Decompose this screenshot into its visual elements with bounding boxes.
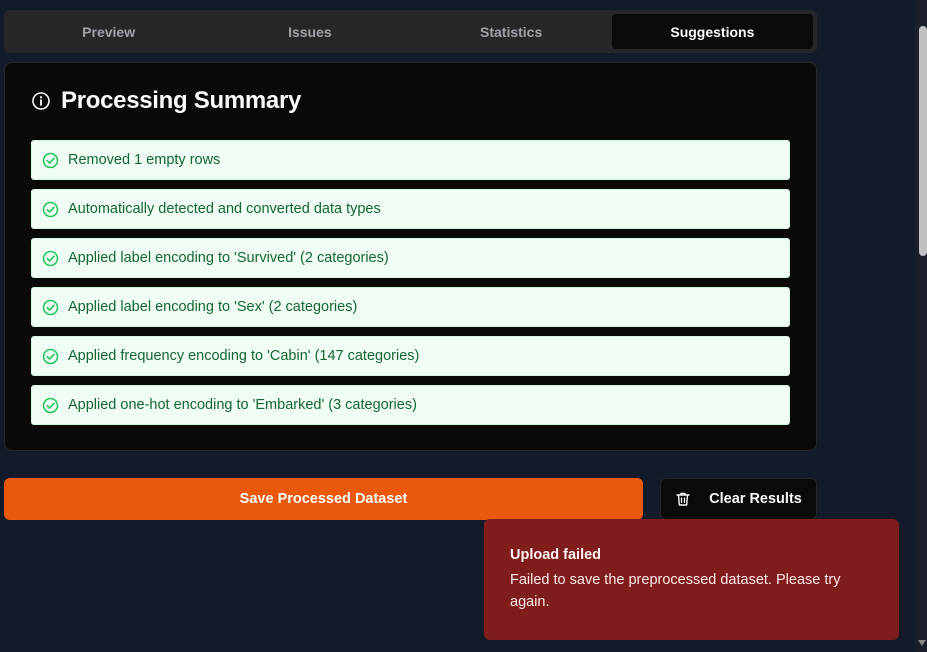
clear-results-label: Clear Results: [709, 491, 802, 507]
check-circle-icon: [42, 299, 59, 316]
card-header: Processing Summary: [31, 87, 301, 115]
tab-suggestions[interactable]: Suggestions: [611, 14, 813, 49]
list-item: Applied label encoding to 'Survived' (2 …: [31, 238, 790, 278]
scrollbar-thumb[interactable]: [919, 26, 927, 256]
card-title: Processing Summary: [61, 87, 302, 114]
clear-results-button[interactable]: Clear Results: [660, 478, 817, 520]
tab-preview[interactable]: Preview: [8, 14, 209, 49]
list-item-text: Applied label encoding to 'Sex' (2 categ…: [68, 299, 358, 315]
check-circle-icon: [42, 201, 59, 218]
toast-title: Upload failed: [510, 547, 602, 563]
list-item: Applied frequency encoding to 'Cabin' (1…: [31, 336, 790, 376]
check-circle-icon: [42, 348, 59, 365]
list-item: Applied one-hot encoding to 'Embarked' (…: [31, 385, 790, 425]
tab-statistics[interactable]: Statistics: [411, 14, 612, 49]
check-circle-icon: [42, 152, 59, 169]
app-root: Preview Issues Statistics Suggestions Pr…: [0, 0, 927, 652]
list-item: Applied label encoding to 'Sex' (2 categ…: [31, 287, 790, 327]
summary-list: Removed 1 empty rows Automatically detec…: [31, 140, 790, 434]
info-icon: [31, 91, 51, 111]
list-item-text: Automatically detected and converted dat…: [68, 201, 381, 217]
list-item: Removed 1 empty rows: [31, 140, 790, 180]
scroll-down-arrow-icon[interactable]: [918, 640, 926, 646]
toast-message: Failed to save the preprocessed dataset.…: [510, 572, 841, 610]
check-circle-icon: [42, 250, 59, 267]
check-circle-icon: [42, 397, 59, 414]
tab-list: Preview Issues Statistics Suggestions: [4, 10, 817, 53]
list-item-text: Removed 1 empty rows: [68, 152, 221, 168]
processing-summary-card: Processing Summary Removed 1 empty rows …: [4, 62, 817, 451]
error-toast: Upload failed Failed to save the preproc…: [484, 519, 899, 640]
trash-icon: [675, 491, 691, 507]
save-processed-dataset-button[interactable]: Save Processed Dataset: [4, 478, 643, 520]
list-item-text: Applied frequency encoding to 'Cabin' (1…: [68, 348, 420, 364]
list-item-text: Applied label encoding to 'Survived' (2 …: [68, 250, 389, 266]
list-item-text: Applied one-hot encoding to 'Embarked' (…: [68, 397, 417, 413]
list-item: Automatically detected and converted dat…: [31, 189, 790, 229]
tab-issues[interactable]: Issues: [209, 14, 410, 49]
